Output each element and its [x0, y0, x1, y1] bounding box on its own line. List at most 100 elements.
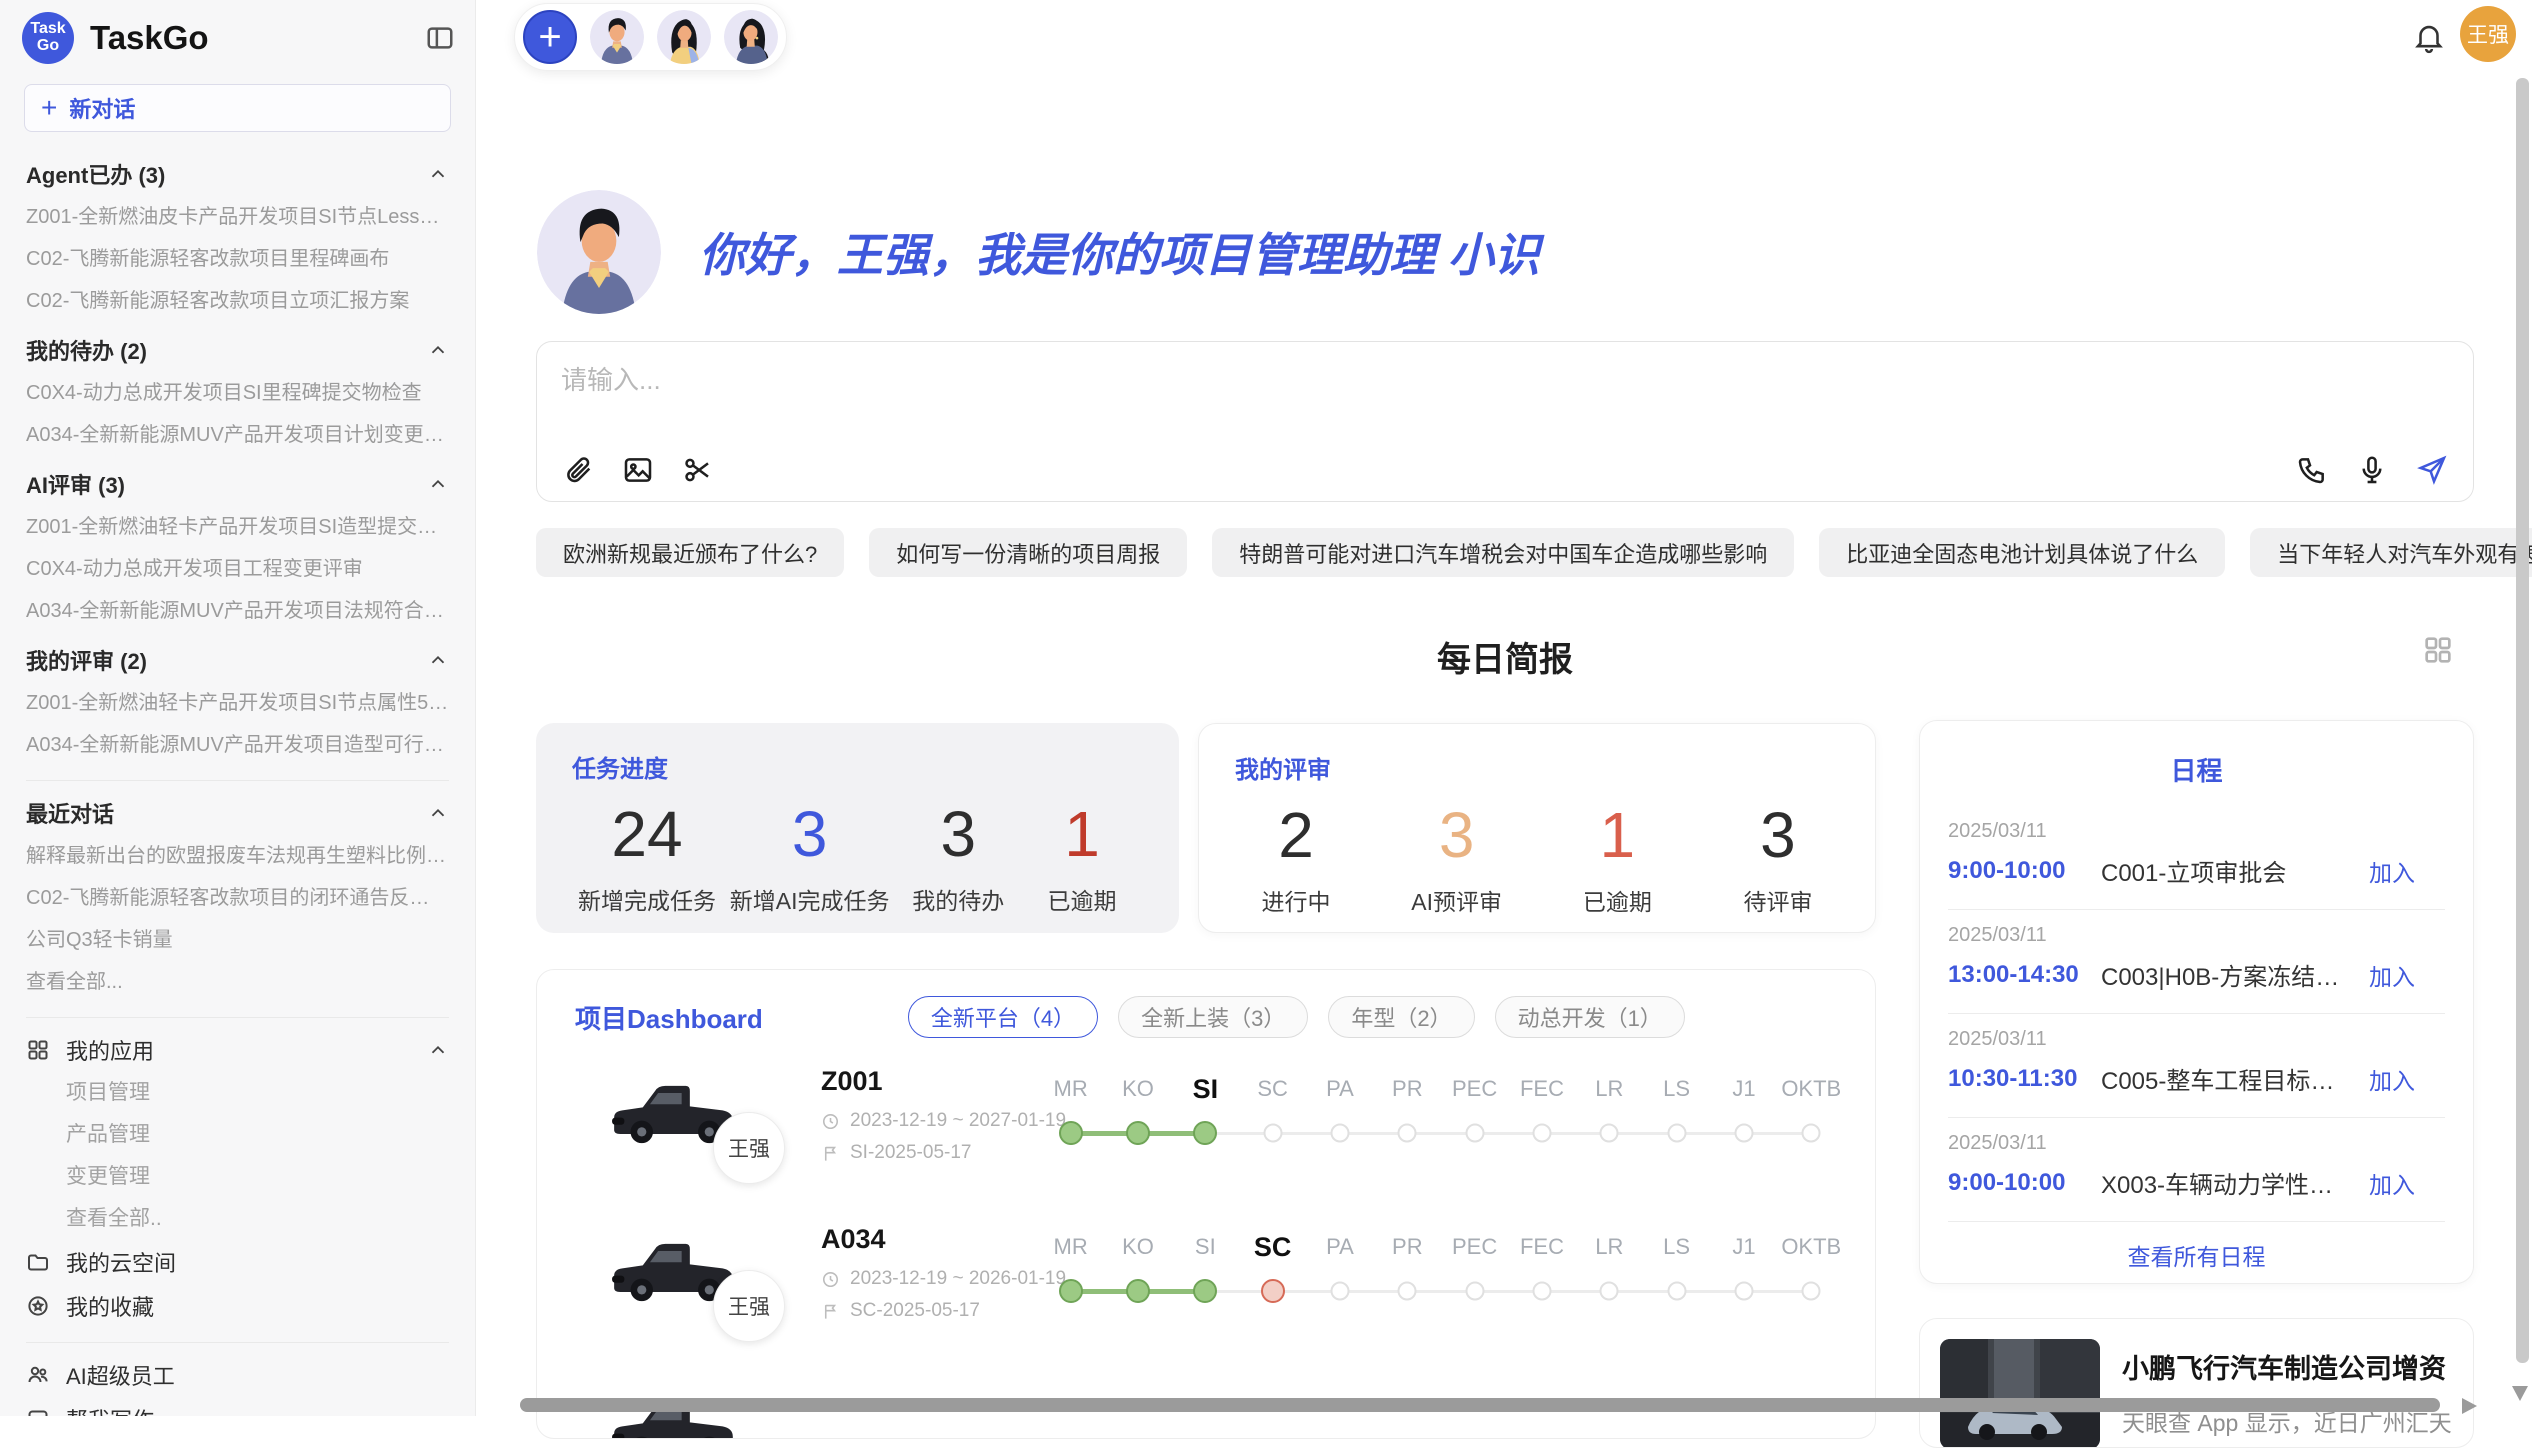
- section-header-ai-review[interactable]: AI评审 (3): [26, 462, 449, 506]
- chat-composer: [536, 341, 2474, 502]
- project-dates: 2023-12-19 ~ 2026-01-19: [821, 1268, 1066, 1290]
- sidebar-item-cloud-space[interactable]: 我的云空间: [26, 1240, 449, 1284]
- stat-value: 1: [1562, 799, 1672, 873]
- sidebar-item-favorites[interactable]: 我的收藏: [26, 1284, 449, 1328]
- milestone-track: MR KO SI: [1037, 1228, 1845, 1348]
- add-contact-button[interactable]: +: [523, 10, 577, 64]
- milestone-dot: [1398, 1124, 1417, 1143]
- sidebar-item-my-apps[interactable]: 我的应用: [26, 1028, 449, 1072]
- filter-chip[interactable]: 年型（2）: [1328, 996, 1474, 1038]
- sidebar-task-item[interactable]: Z001-全新燃油轻卡产品开发项目SI造型提交物评审: [26, 506, 449, 548]
- attachment-icon[interactable]: [561, 453, 595, 487]
- recent-view-all-link[interactable]: 查看全部...: [26, 961, 449, 1003]
- join-link[interactable]: 加入: [2369, 854, 2415, 888]
- suggestion-chip[interactable]: 特朗普可能对进口汽车增税会对中国车企造成哪些影响: [1212, 528, 1794, 577]
- greeting: 你好，王强，我是你的项目管理助理 小识: [537, 190, 1540, 314]
- milestone-dot: [1193, 1279, 1217, 1303]
- contact-pill: +: [514, 3, 787, 71]
- phone-icon[interactable]: [2295, 453, 2329, 487]
- sidebar: Task Go TaskGo + 新对话 Agent已办 (3) Z001-全新…: [0, 0, 476, 1416]
- section-header-my-review[interactable]: 我的评审 (2): [26, 638, 449, 682]
- project-row-z001[interactable]: 王强 Z001 2023-12-19 ~ 2027-01-19 SI-2025-…: [537, 1070, 1875, 1190]
- milestone: J1: [1710, 1070, 1777, 1190]
- filter-chip[interactable]: 全新上装（3）: [1118, 996, 1308, 1038]
- app-item[interactable]: 项目管理: [26, 1072, 449, 1114]
- project-row-partial[interactable]: [537, 1386, 1875, 1439]
- recent-chat-item[interactable]: 解释最新出台的欧盟报废车法规再生塑料比例被调至15%...: [26, 835, 449, 877]
- milestone: OKTB: [1778, 1228, 1845, 1348]
- stat-label: 待评审: [1723, 883, 1833, 917]
- project-name: A034: [821, 1224, 886, 1255]
- suggestion-chip[interactable]: 欧洲新规最近颁布了什么?: [536, 528, 844, 577]
- milestone: SC: [1239, 1228, 1306, 1348]
- sidebar-task-item[interactable]: C02-飞腾新能源轻客改款项目里程碑画布: [26, 238, 449, 280]
- horizontal-scrollbar-thumb[interactable]: [520, 1398, 2440, 1412]
- suggestion-chip[interactable]: 当下年轻人对汽车外观有怎样的喜好趋势: [2250, 528, 2532, 577]
- milestone: PA: [1306, 1070, 1373, 1190]
- recent-chat-item[interactable]: 公司Q3轻卡销量: [26, 919, 449, 961]
- news-image: [1940, 1339, 2100, 1448]
- logo-text-top: Task: [30, 21, 65, 38]
- chevron-up-icon: [427, 473, 449, 495]
- vertical-scrollbar-thumb[interactable]: [2516, 78, 2529, 1363]
- milestone: PR: [1374, 1070, 1441, 1190]
- stat: 3 AI预评审: [1402, 799, 1512, 917]
- join-link[interactable]: 加入: [2369, 958, 2415, 992]
- sidebar-task-item[interactable]: A034-全新新能源MUV产品开发项目法规符合性评审: [26, 590, 449, 632]
- image-icon[interactable]: [621, 453, 655, 487]
- collapse-sidebar-icon[interactable]: [425, 23, 455, 53]
- join-link[interactable]: 加入: [2369, 1166, 2415, 1200]
- microphone-icon[interactable]: [2355, 453, 2389, 487]
- folder-icon: [26, 1250, 50, 1274]
- milestone: PEC: [1441, 1070, 1508, 1190]
- send-icon[interactable]: [2415, 453, 2449, 487]
- project-flag: SI-2025-05-17: [821, 1142, 971, 1164]
- stat: 2 进行中: [1241, 799, 1351, 917]
- sidebar-item-help-write[interactable]: 帮我写作: [26, 1397, 449, 1416]
- view-all-schedule-link[interactable]: 查看所有日程: [1948, 1222, 2445, 1288]
- section-header-agent-done[interactable]: Agent已办 (3): [26, 152, 449, 196]
- app-item[interactable]: 查看全部..: [26, 1198, 449, 1240]
- user-avatar[interactable]: 王强: [2460, 6, 2516, 62]
- project-row-a034[interactable]: 王强 A034 2023-12-19 ~ 2026-01-19 SC-2025-…: [537, 1228, 1875, 1348]
- scroll-right-arrow[interactable]: [2462, 1398, 2477, 1414]
- schedule-card: 日程 2025/03/11 9:00-10:00 C001-立项审批会 加入 2…: [1919, 720, 2474, 1284]
- app-item[interactable]: 产品管理: [26, 1114, 449, 1156]
- people-icon: [26, 1363, 50, 1387]
- new-chat-button[interactable]: + 新对话: [24, 84, 451, 132]
- section-header-recent-chats[interactable]: 最近对话: [26, 791, 449, 835]
- milestone: SI: [1172, 1070, 1239, 1190]
- suggestion-chip[interactable]: 比亚迪全固态电池计划具体说了什么: [1819, 528, 2225, 577]
- divider: [26, 1017, 449, 1018]
- layout-grid-icon[interactable]: [2422, 634, 2454, 666]
- sidebar-task-item[interactable]: Z001-全新燃油皮卡产品开发项目SI节点Lesson Learn报告: [26, 196, 449, 238]
- sidebar-scroll: Agent已办 (3) Z001-全新燃油皮卡产品开发项目SI节点Lesson …: [0, 142, 475, 1416]
- join-link[interactable]: 加入: [2369, 1062, 2415, 1096]
- sidebar-task-item[interactable]: A034-全新新能源MUV产品开发项目计划变更表编写: [26, 414, 449, 456]
- sidebar-task-item[interactable]: A034-全新新能源MUV产品开发项目造型可行性评审: [26, 724, 449, 766]
- notification-bell-icon[interactable]: [2412, 20, 2446, 54]
- scissors-icon[interactable]: [681, 453, 715, 487]
- sidebar-task-item[interactable]: Z001-全新燃油轻卡产品开发项目SI节点属性5D文件评审: [26, 682, 449, 724]
- scroll-down-arrow[interactable]: [2512, 1386, 2528, 1401]
- chat-input[interactable]: [561, 360, 2449, 453]
- contact-avatar-3[interactable]: [724, 10, 778, 64]
- sidebar-item-ai-employees[interactable]: AI超级员工: [26, 1353, 449, 1397]
- favorites-label: 我的收藏: [66, 1290, 154, 1322]
- milestone-dot: [1600, 1282, 1619, 1301]
- section-header-my-todo[interactable]: 我的待办 (2): [26, 328, 449, 372]
- task-progress-stats: 24 新增完成任务 3 新增AI完成任务 3 我的待办 1 已逾期: [572, 798, 1143, 916]
- suggestion-chip[interactable]: 如何写一份清晰的项目周报: [869, 528, 1187, 577]
- app-item[interactable]: 变更管理: [26, 1156, 449, 1198]
- sidebar-task-item[interactable]: C0X4-动力总成开发项目工程变更评审: [26, 548, 449, 590]
- recent-chat-item[interactable]: C02-飞腾新能源轻客改款项目的闭环通告反馈情况: [26, 877, 449, 919]
- news-card[interactable]: 小鹏飞行汽车制造公司增资 天眼查 App 显示，近日广州汇天飞行汽...: [1919, 1318, 2474, 1448]
- milestone-dot: [1667, 1124, 1686, 1143]
- filter-chip[interactable]: 动总开发（1）: [1495, 996, 1685, 1038]
- sidebar-task-item[interactable]: C0X4-动力总成开发项目SI里程碑提交物检查: [26, 372, 449, 414]
- filter-chip[interactable]: 全新平台（4）: [908, 996, 1098, 1038]
- contact-avatar-2[interactable]: [657, 10, 711, 64]
- main-area: + 王强 你好，王强，我是你的项目管理助理 小识: [476, 0, 2532, 1416]
- sidebar-task-item[interactable]: C02-飞腾新能源轻客改款项目立项汇报方案: [26, 280, 449, 322]
- contact-avatar-1[interactable]: [590, 10, 644, 64]
